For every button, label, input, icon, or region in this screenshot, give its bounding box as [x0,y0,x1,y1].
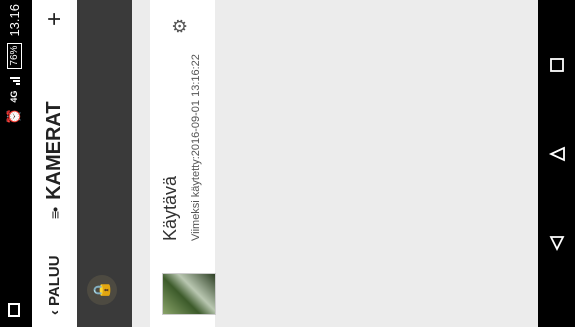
recent-apps-button[interactable] [547,55,567,75]
home-button[interactable] [547,144,567,164]
signal-icon [8,75,20,85]
camera-last-used: Viimeksi käytetty:2016-09-01 13:16:22 [190,54,202,241]
plus-icon: + [40,12,68,27]
screen-cast-icon [8,303,20,317]
battery-level: 76% [6,42,22,69]
app-screen: ⏰ 4G 76% 13.16 ‹ PALUU ≡• KAMERAT + 🔒 Kä… [0,0,538,327]
list-icon: ≡• [46,207,63,219]
camera-thumbnail [162,273,216,315]
network-type: 4G [9,90,19,103]
lock-button[interactable]: 🔒 [87,275,117,305]
back-label: PALUU [46,255,63,306]
square-icon [550,58,564,72]
back-button[interactable]: ‹ PALUU [32,255,77,315]
home-icon [548,146,565,162]
toolbar-strip: 🔒 [77,0,132,327]
triangle-down-icon [549,236,565,251]
title-text: KAMERAT [43,101,65,200]
app-header: ‹ PALUU ≡• KAMERAT + [32,0,77,327]
add-camera-button[interactable]: + [32,12,77,26]
status-right: ⏰ 4G 76% 13.16 [6,4,22,125]
clock: 13.16 [6,4,22,37]
page-title: ≡• KAMERAT [32,101,77,219]
spacer [132,0,150,327]
navigation-bar [538,0,575,327]
camera-name: Käytävä [160,175,180,241]
lock-icon: 🔒 [94,280,111,300]
gear-icon: ⚙ [169,17,190,35]
camera-list-item[interactable]: Käytävä Viimeksi käytetty:2016-09-01 13:… [150,0,216,327]
back-nav-button[interactable] [547,233,567,253]
chevron-left-icon: ‹ [46,310,63,315]
alarm-icon: ⏰ [6,108,21,125]
camera-settings-button[interactable]: ⚙ [168,14,192,38]
status-bar: ⏰ 4G 76% 13.16 [0,0,32,327]
